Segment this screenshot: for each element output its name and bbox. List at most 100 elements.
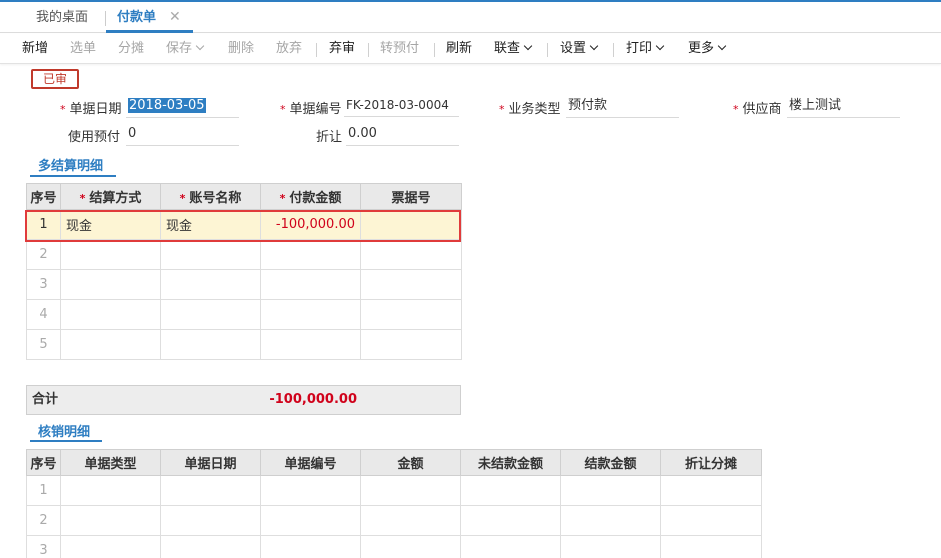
cell-method[interactable]: [60, 329, 161, 360]
cell-account[interactable]: 现金: [160, 209, 261, 240]
col-header-method-text: 结算方式: [89, 191, 142, 206]
supplier-field[interactable]: 楼上测试: [787, 96, 900, 118]
use-prepay-field[interactable]: 0: [126, 124, 239, 146]
link-query-button[interactable]: 联查: [494, 34, 533, 64]
cell-account[interactable]: [160, 299, 261, 330]
discount-field[interactable]: 0.00: [346, 124, 459, 146]
tab-divider: [105, 11, 106, 26]
save-button[interactable]: 保存: [166, 34, 205, 64]
required-mark: *: [179, 192, 186, 205]
tab-home[interactable]: 我的桌面: [36, 2, 88, 33]
row-index: 2: [26, 239, 61, 270]
col-header-doc-no: 单据编号: [260, 449, 361, 476]
doc-no-label: * 单据编号: [280, 98, 342, 117]
doc-date-value: 2018-03-05: [128, 98, 206, 113]
cell-bill-no[interactable]: [360, 269, 462, 300]
more-button[interactable]: 更多: [688, 34, 727, 64]
required-mark: *: [499, 103, 505, 116]
cell-amount[interactable]: [260, 299, 361, 330]
cell-account[interactable]: [160, 239, 261, 270]
table-row[interactable]: 1 现金 现金 -100,000.00: [26, 209, 462, 240]
cell-method[interactable]: [60, 239, 161, 270]
table-row[interactable]: 5: [26, 329, 462, 360]
cell-amount[interactable]: [260, 239, 361, 270]
cell-bill-no[interactable]: [360, 299, 462, 330]
cell-amount[interactable]: [260, 269, 361, 300]
supplier-label-text: 供应商: [742, 102, 782, 117]
cell[interactable]: [260, 475, 361, 506]
toolbar: 新增 选单 分摊 保存 删除 放弃 弃审 转预付 刷新 联查 设置 打印 更多: [0, 34, 941, 64]
cell-amount[interactable]: -100,000.00: [260, 209, 361, 240]
cell[interactable]: [60, 535, 161, 558]
required-mark: *: [733, 103, 739, 116]
abandon-button[interactable]: 放弃: [276, 34, 302, 64]
print-button[interactable]: 打印: [626, 34, 665, 64]
cell[interactable]: [560, 505, 661, 536]
cell[interactable]: [660, 475, 762, 506]
cell[interactable]: [160, 475, 261, 506]
cell[interactable]: [360, 535, 461, 558]
tab-bar: 我的桌面 付款单 ✕: [0, 2, 941, 33]
total-row: 合计 -100,000.00: [26, 385, 461, 415]
cell-account[interactable]: [160, 329, 261, 360]
col-header-unsettled: 未结款金额: [460, 449, 561, 476]
table-row[interactable]: 3: [26, 535, 762, 558]
table-row[interactable]: 2: [26, 505, 762, 536]
cell[interactable]: [660, 535, 762, 558]
delete-button[interactable]: 删除: [228, 34, 254, 64]
cell-bill-no[interactable]: [360, 239, 462, 270]
settings-button[interactable]: 设置: [560, 34, 599, 64]
tab-payment-order[interactable]: 付款单: [117, 2, 156, 33]
cell[interactable]: [260, 505, 361, 536]
cell-account[interactable]: [160, 269, 261, 300]
cell[interactable]: [460, 535, 561, 558]
cell[interactable]: [460, 475, 561, 506]
print-label: 打印: [626, 41, 653, 56]
close-icon[interactable]: ✕: [169, 9, 183, 25]
cell[interactable]: [360, 475, 461, 506]
settlement-section-title[interactable]: 多结算明细: [38, 155, 103, 174]
unaudit-button[interactable]: 弃审: [329, 34, 355, 64]
table-row[interactable]: 4: [26, 299, 462, 330]
total-value: -100,000.00: [269, 392, 357, 407]
cell-method[interactable]: 现金: [60, 209, 161, 240]
chevron-down-icon: [655, 41, 665, 51]
doc-no-field[interactable]: FK-2018-03-0004: [344, 95, 459, 117]
cell[interactable]: [660, 505, 762, 536]
cell[interactable]: [60, 475, 161, 506]
more-label: 更多: [688, 41, 715, 56]
doc-no-label-text: 单据编号: [289, 102, 342, 117]
refresh-button[interactable]: 刷新: [446, 34, 472, 64]
doc-date-label: * 单据日期: [60, 98, 122, 117]
cell[interactable]: [60, 505, 161, 536]
cell[interactable]: [460, 505, 561, 536]
to-prepay-button[interactable]: 转预付: [380, 34, 419, 64]
cell-bill-no[interactable]: [360, 209, 462, 240]
cell[interactable]: [560, 475, 661, 506]
split-button[interactable]: 分摊: [118, 34, 144, 64]
chevron-down-icon: [717, 41, 727, 51]
cell[interactable]: [160, 535, 261, 558]
writeoff-section-title[interactable]: 核销明细: [38, 421, 90, 440]
cell-method[interactable]: [60, 299, 161, 330]
discount-label: 折让: [316, 130, 343, 145]
cell[interactable]: [560, 535, 661, 558]
row-index: 3: [26, 535, 61, 558]
select-button[interactable]: 选单: [70, 34, 96, 64]
toolbar-divider: [613, 43, 614, 57]
cell[interactable]: [360, 505, 461, 536]
table-row[interactable]: 3: [26, 269, 462, 300]
table-row[interactable]: 1: [26, 475, 762, 506]
table-row[interactable]: 2: [26, 239, 462, 270]
col-header-method: * 结算方式: [60, 183, 161, 210]
col-header-amount: 金额: [360, 449, 461, 476]
biz-type-field[interactable]: 预付款: [566, 96, 679, 118]
cell-method[interactable]: [60, 269, 161, 300]
cell-bill-no[interactable]: [360, 329, 462, 360]
cell[interactable]: [260, 535, 361, 558]
col-header-index: 序号: [26, 449, 61, 476]
cell-amount[interactable]: [260, 329, 361, 360]
new-button[interactable]: 新增: [22, 34, 48, 64]
cell[interactable]: [160, 505, 261, 536]
doc-date-field[interactable]: 2018-03-05: [126, 96, 239, 118]
